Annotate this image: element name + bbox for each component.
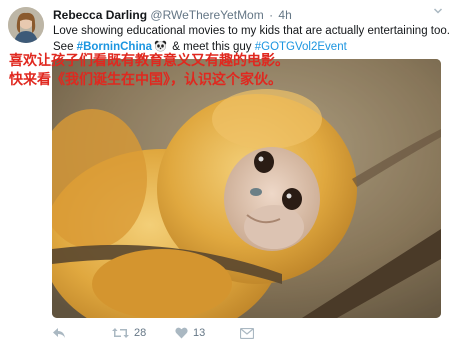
overlay-caption-line-2: 快来看《我们诞生在中国》，认识这个家伙。 bbox=[9, 71, 282, 87]
tweet-actions: 28 13 bbox=[52, 326, 432, 340]
retweet-count: 28 bbox=[134, 327, 147, 339]
tweet-photo[interactable] bbox=[52, 59, 441, 318]
reply-icon bbox=[53, 328, 65, 338]
panda-face-emoji-icon bbox=[154, 40, 167, 52]
like-button[interactable]: 13 bbox=[175, 326, 205, 340]
author-name[interactable]: Rebecca Darling bbox=[53, 8, 147, 22]
overlay-caption-line-1: 喜欢让孩子们看既有教育意义又有趣的电影。 bbox=[9, 52, 289, 68]
avatar[interactable] bbox=[8, 7, 44, 43]
like-count: 13 bbox=[193, 327, 206, 339]
tweet-text-line-1: Love showing educational movies to my ki… bbox=[53, 25, 450, 37]
message-button[interactable] bbox=[240, 326, 254, 340]
envelope-icon bbox=[240, 327, 254, 339]
tweet-header: Rebecca Darling @RWeThereYetMom · 4h bbox=[53, 8, 292, 22]
timestamp[interactable]: 4h bbox=[278, 8, 291, 22]
profile-photo-icon bbox=[8, 7, 44, 43]
retweet-button[interactable]: 28 bbox=[112, 326, 146, 340]
golden-monkey-photo-icon bbox=[52, 59, 441, 318]
tweet-card: Rebecca Darling @RWeThereYetMom · 4h Lov… bbox=[0, 0, 450, 342]
heart-icon bbox=[175, 327, 188, 339]
reply-button[interactable] bbox=[52, 326, 66, 340]
retweet-icon bbox=[112, 328, 129, 338]
separator: · bbox=[269, 8, 274, 22]
chevron-down-icon[interactable] bbox=[433, 6, 443, 16]
author-handle[interactable]: @RWeThereYetMom bbox=[150, 8, 263, 22]
